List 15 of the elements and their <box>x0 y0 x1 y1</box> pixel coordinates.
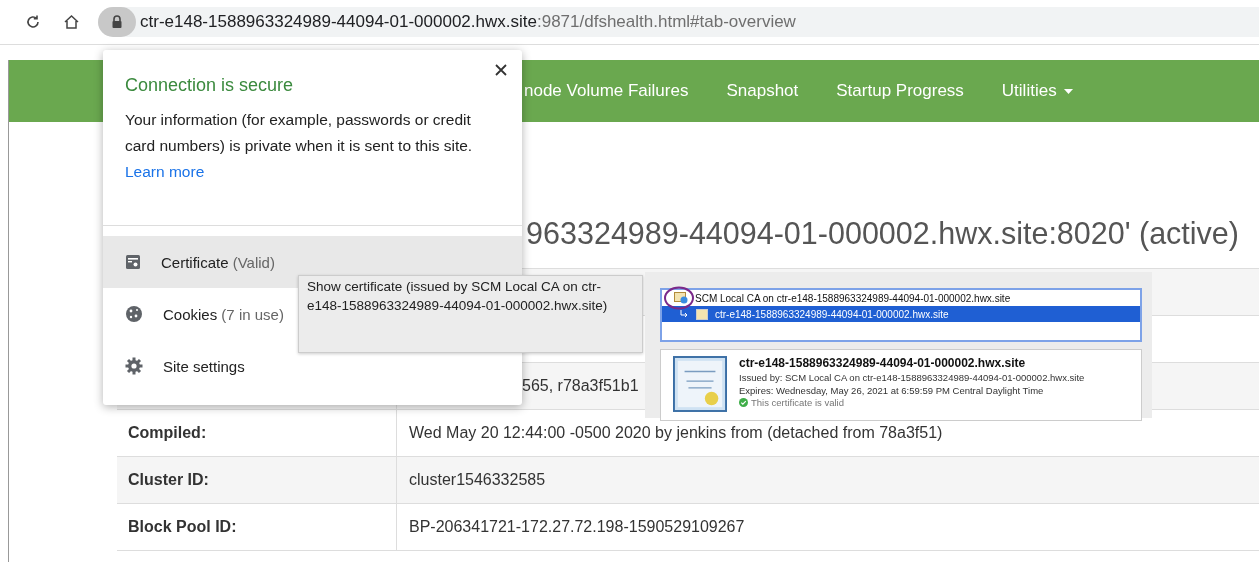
table-cell: Cluster ID: <box>117 457 397 503</box>
certificate-name: ctr-e148-1588963324989-44094-01-000002.hwx.site <box>739 356 1027 370</box>
tooltip: Show certificate (issued by SCM Local CA on ctr-e148-1588963324989-44094-01-000002.hwx.site) <box>298 275 643 353</box>
table-cell-text: Wed May 20 12:44:00 -0500 2020 by jenkins from (detached from 78a3f51) <box>408 423 943 443</box>
table-cell: Block Pool ID: <box>117 504 397 550</box>
certificate-status: This certificate is valid <box>751 397 844 408</box>
table-cell: Compiled: <box>117 410 397 456</box>
certificate-expiry: Expires: Wednesday, May 26, 2021 at 6:59:59 PM Central Daylight Time <box>739 385 1045 396</box>
table-cell: 565, r78a3f51b1 <box>522 377 639 395</box>
table-cell-text: cluster1546332585 <box>408 470 546 490</box>
popup-title: Connection is secure <box>125 75 295 96</box>
page-heading: 963324989-44094-01-000002.hwx.site:8020' (active) <box>526 216 1239 253</box>
table-cell-text: BP-206341721-172.27.72.198-1590529109267 <box>408 517 745 537</box>
popup-description: Your information (for example, passwords or credit card numbers) is private when it is sent to this site. Learn more <box>125 110 474 182</box>
certificate-issuer: Issued by: SCM Local CA on ctr-e148-1588963324989-44094-01-000002.hwx.site <box>739 372 1085 383</box>
